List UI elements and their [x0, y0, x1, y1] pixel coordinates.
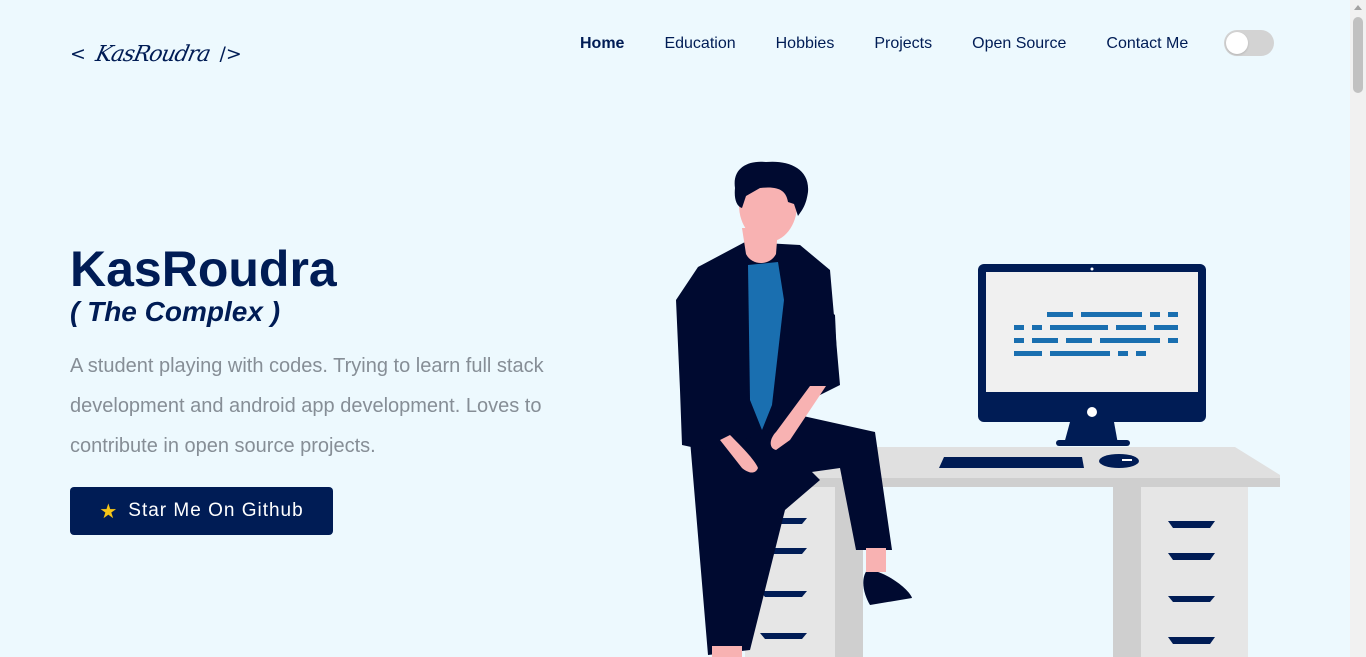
- theme-toggle[interactable]: [1224, 30, 1274, 56]
- developer-at-desk-illustration: [676, 161, 1280, 657]
- logo-open-bracket: <: [70, 43, 86, 65]
- nav-hobbies[interactable]: Hobbies: [756, 33, 855, 55]
- star-icon: ★: [99, 500, 119, 523]
- hero-subtitle: ( The Complex ): [70, 296, 281, 327]
- nav-home[interactable]: Home: [560, 33, 644, 55]
- star-github-button[interactable]: ★ Star Me On Github: [70, 487, 333, 535]
- keyboard: [939, 457, 1084, 468]
- nav-contact-me[interactable]: Contact Me: [1086, 33, 1208, 55]
- site-header: < KasRoudra /> Home Education Hobbies Pr…: [0, 0, 1350, 90]
- scrollbar-thumb[interactable]: [1353, 17, 1363, 93]
- nav-projects[interactable]: Projects: [854, 33, 952, 55]
- logo-signature: KasRoudra: [93, 41, 213, 67]
- toggle-knob: [1226, 32, 1248, 54]
- nav-open-source[interactable]: Open Source: [952, 33, 1086, 55]
- logo-close-bracket: />: [219, 43, 242, 65]
- scroll-up-icon[interactable]: [1354, 5, 1362, 10]
- main-nav: Home Education Hobbies Projects Open Sou…: [560, 33, 1208, 55]
- logo[interactable]: < KasRoudra />: [70, 36, 242, 72]
- mouse: [1099, 454, 1139, 468]
- page-scrollbar[interactable]: [1350, 0, 1366, 657]
- hero-title: KasRoudra: [70, 241, 337, 297]
- star-github-label: Star Me On Github: [128, 500, 304, 521]
- hero-description: A student playing with codes. Trying to …: [70, 355, 544, 457]
- nav-education[interactable]: Education: [644, 33, 755, 55]
